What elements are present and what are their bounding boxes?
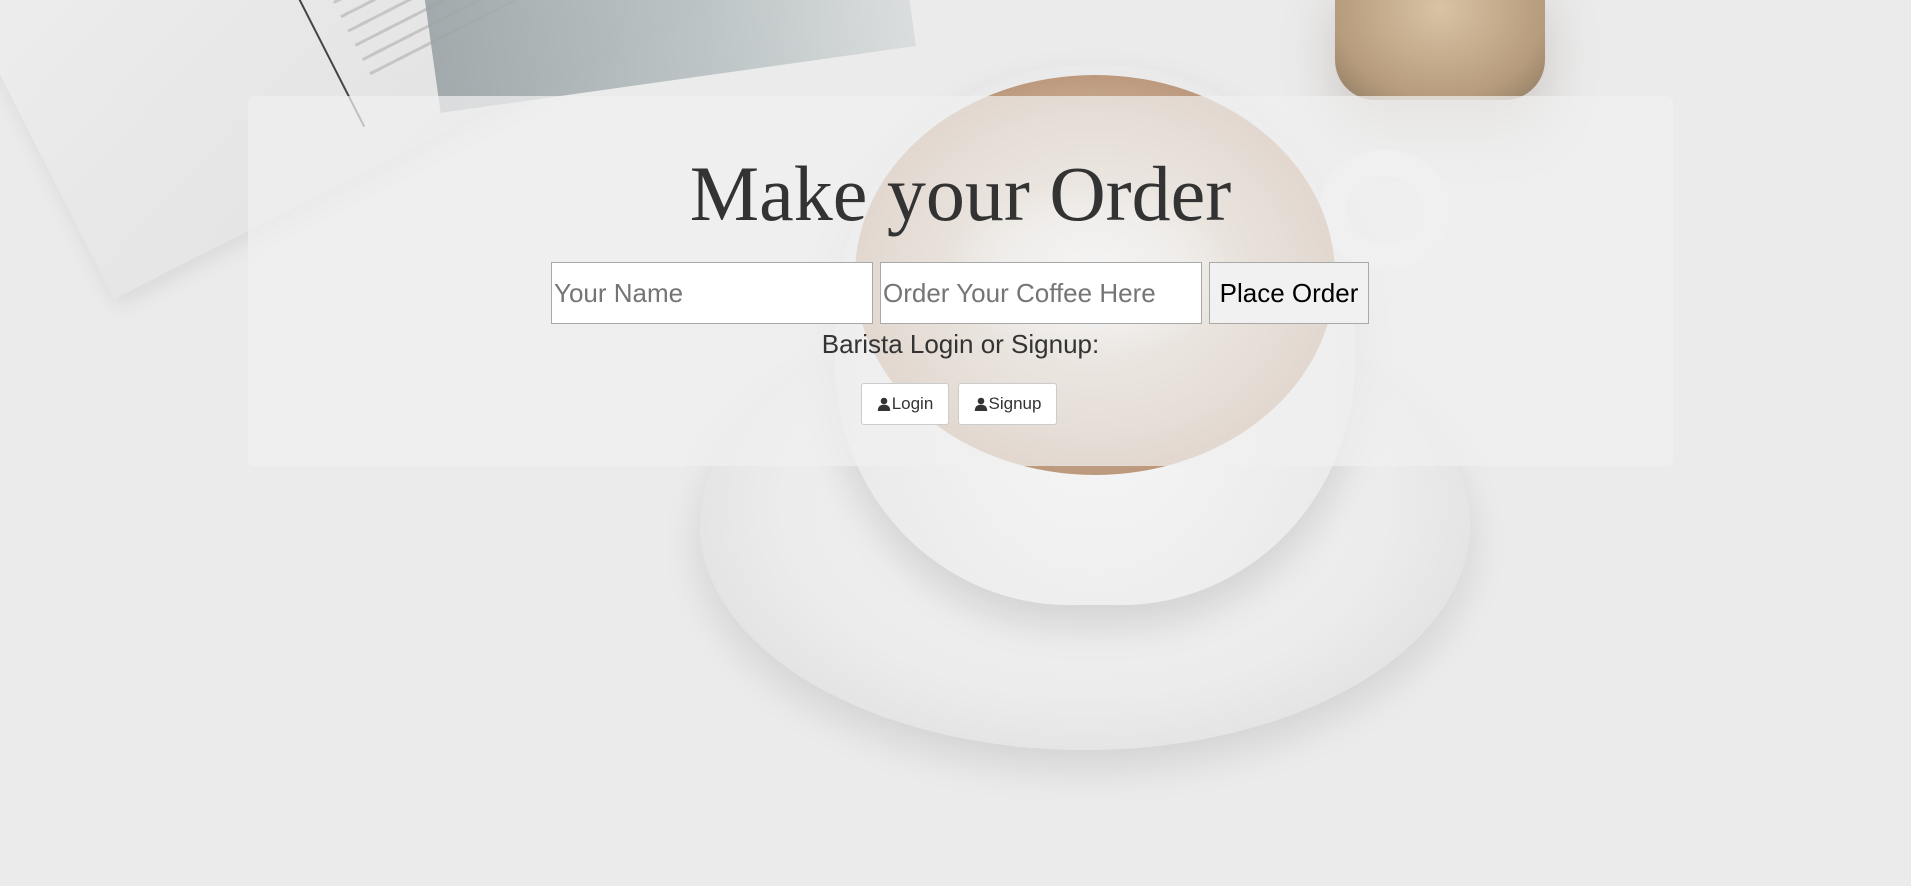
signup-label: Signup	[988, 394, 1042, 413]
signup-button[interactable]: Signup	[958, 383, 1057, 425]
place-order-button[interactable]: Place Order	[1209, 262, 1369, 324]
login-button[interactable]: Login	[861, 383, 949, 425]
page-title: Make your Order	[689, 150, 1232, 237]
coffee-order-input[interactable]	[880, 262, 1202, 324]
name-input[interactable]	[551, 262, 873, 324]
glass-image	[1335, 0, 1545, 100]
barista-prompt: Barista Login or Signup:	[821, 329, 1100, 359]
login-label: Login	[891, 394, 934, 413]
order-panel: Make your Order Place Order Barista Logi…	[248, 96, 1673, 466]
user-icon	[974, 397, 987, 411]
user-icon	[877, 397, 890, 411]
